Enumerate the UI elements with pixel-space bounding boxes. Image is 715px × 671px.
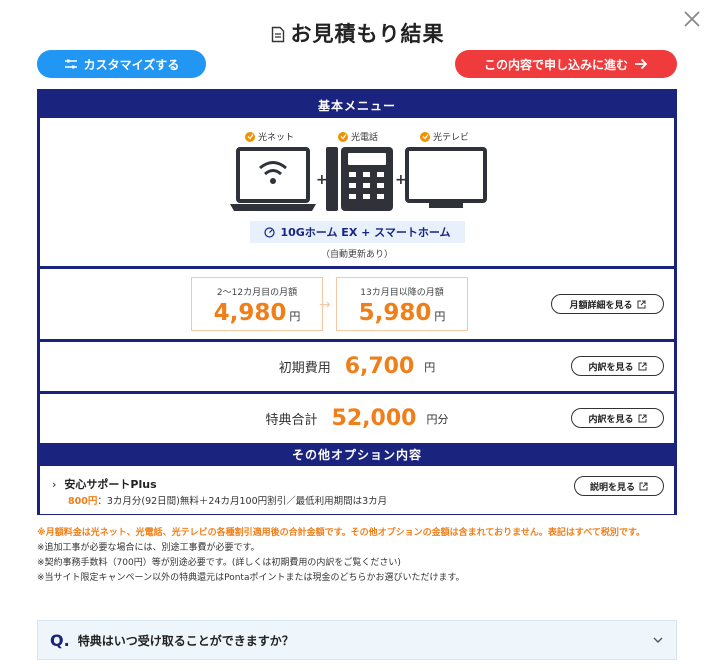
external-link-icon (638, 414, 646, 422)
other-options-panel: › 安心サポートPlus 800円：3カ月分(92日間)無料＋24カ月100円割引… (40, 466, 674, 514)
note-highlight: ※月額料金は光ネット、光電話、光テレビの各種割引適用後の合計金額です。その他オプ… (37, 528, 645, 538)
plan-name-chip: 10Gホーム EX + スマートホーム (250, 221, 465, 243)
initial-fee-amount: 6,700 (344, 354, 415, 379)
customize-button[interactable]: カスタマイズする (37, 50, 206, 78)
faq-question: 特典はいつ受け取ることができますか？ (77, 633, 294, 648)
page-title-text: お見積もり結果 (290, 22, 445, 46)
chevron-down-icon (653, 637, 663, 643)
benefit-total-label: 特典合計 (265, 413, 318, 428)
phone-icon (326, 147, 393, 211)
benefit-total-panel: 特典合計 52,000 円分 内訳を見る (40, 394, 674, 443)
laptop-wifi-icon (230, 147, 316, 211)
option-price: 800円 (68, 496, 98, 507)
other-options-header: その他オプション内容 (40, 443, 674, 466)
option-description: 800円：3カ月分(92日間)無料＋24カ月100円割引／最低利用期間は3カ月 (68, 493, 387, 507)
initial-fee-breakdown-button[interactable]: 内訳を見る (571, 356, 664, 376)
monthly-price-card-early: 2～12カ月目の月額 4,980 円 (191, 277, 323, 331)
tv-icon (405, 147, 487, 208)
option-explanation-button[interactable]: 説明を見る (574, 476, 664, 496)
svg-text:+: + (395, 172, 407, 188)
customize-button-label: カスタマイズする (83, 57, 180, 72)
monthly-price-panel: 2～12カ月目の月額 4,980 円 → 13カ月目以降の月額 5,980 円 月額… (40, 269, 674, 339)
note-line: ※契約事務手数料（700円）等が別途必要です。(詳しくは初期費用の内訳をご覧くだ… (37, 558, 401, 568)
sliders-icon (64, 59, 77, 69)
monthly-price-card-later: 13カ月目以降の月額 5,980 円 (336, 277, 468, 331)
price-caption: 2～12カ月目の月額 (216, 288, 298, 298)
price-unit: 円 (289, 310, 301, 323)
initial-fee-panel: 初期費用 6,700 円 内訳を見る (40, 342, 674, 391)
speedometer-icon (264, 226, 276, 238)
basic-menu-header: 基本メニュー (40, 92, 674, 118)
option-terms: ：3カ月分(92日間)無料＋24カ月100円割引／最低利用期間は3カ月 (97, 496, 388, 507)
chevron-right-icon: › (52, 478, 57, 491)
external-link-icon (639, 482, 648, 490)
monthly-detail-button[interactable]: 月額詳細を見る (551, 294, 664, 314)
auto-renew-note: （自動更新あり） (320, 250, 393, 260)
arrow-right-icon: → (319, 297, 331, 313)
devices-illustration: + + (230, 147, 487, 211)
check-icon (338, 131, 348, 142)
faq-item[interactable]: Q. 特典はいつ受け取ることができますか？ (37, 620, 677, 660)
check-icon (420, 131, 430, 142)
external-link-icon (638, 362, 646, 370)
service-label-phone: 光電話 (338, 130, 378, 143)
benefit-breakdown-button[interactable]: 内訳を見る (571, 408, 664, 428)
note-line: ※当サイト限定キャンペーン以外の特典還元はPontaポイントまたは現金のどちらか… (37, 573, 465, 583)
service-label-net: 光ネット (245, 130, 294, 143)
price-amount: 4,980 (213, 300, 287, 326)
apply-button-label: この内容で申し込みに進む (483, 57, 628, 72)
external-link-icon (637, 300, 645, 308)
initial-fee-label: 初期費用 (278, 361, 331, 376)
benefit-total-amount: 52,000 (331, 406, 417, 431)
svg-text:+: + (316, 172, 328, 188)
price-amount: 5,980 (358, 300, 432, 326)
faq-q-mark: Q. (50, 630, 70, 650)
price-caption: 13カ月目以降の月額 (360, 288, 444, 298)
service-label-tv: 光テレビ (420, 130, 469, 143)
arrow-right-icon (635, 58, 648, 70)
page-title: お見積もり結果 (0, 18, 715, 48)
benefit-total-unit: 円分 (426, 412, 449, 426)
check-icon (245, 131, 255, 142)
price-unit: 円 (434, 310, 446, 323)
notes: ※月額料金は光ネット、光電話、光テレビの各種割引適用後の合計金額です。その他オプ… (37, 526, 677, 586)
apply-button[interactable]: この内容で申し込みに進む (455, 50, 677, 78)
estimate-box: 基本メニュー 光ネット 光電話 光テレビ + + 10Gホーム EX + スマー… (37, 89, 677, 515)
document-icon (271, 24, 285, 48)
basic-menu-panel: 光ネット 光電話 光テレビ + + 10Gホーム EX + スマートホーム （自… (40, 118, 674, 266)
option-name: 安心サポートPlus (64, 478, 157, 491)
note-line: ※追加工事が必要な場合には、別途工事費が必要です。 (37, 543, 260, 553)
option-title: › 安心サポートPlus (52, 476, 157, 492)
initial-fee-unit: 円 (424, 360, 436, 374)
plan-name: 10Gホーム EX + スマートホーム (280, 226, 451, 239)
